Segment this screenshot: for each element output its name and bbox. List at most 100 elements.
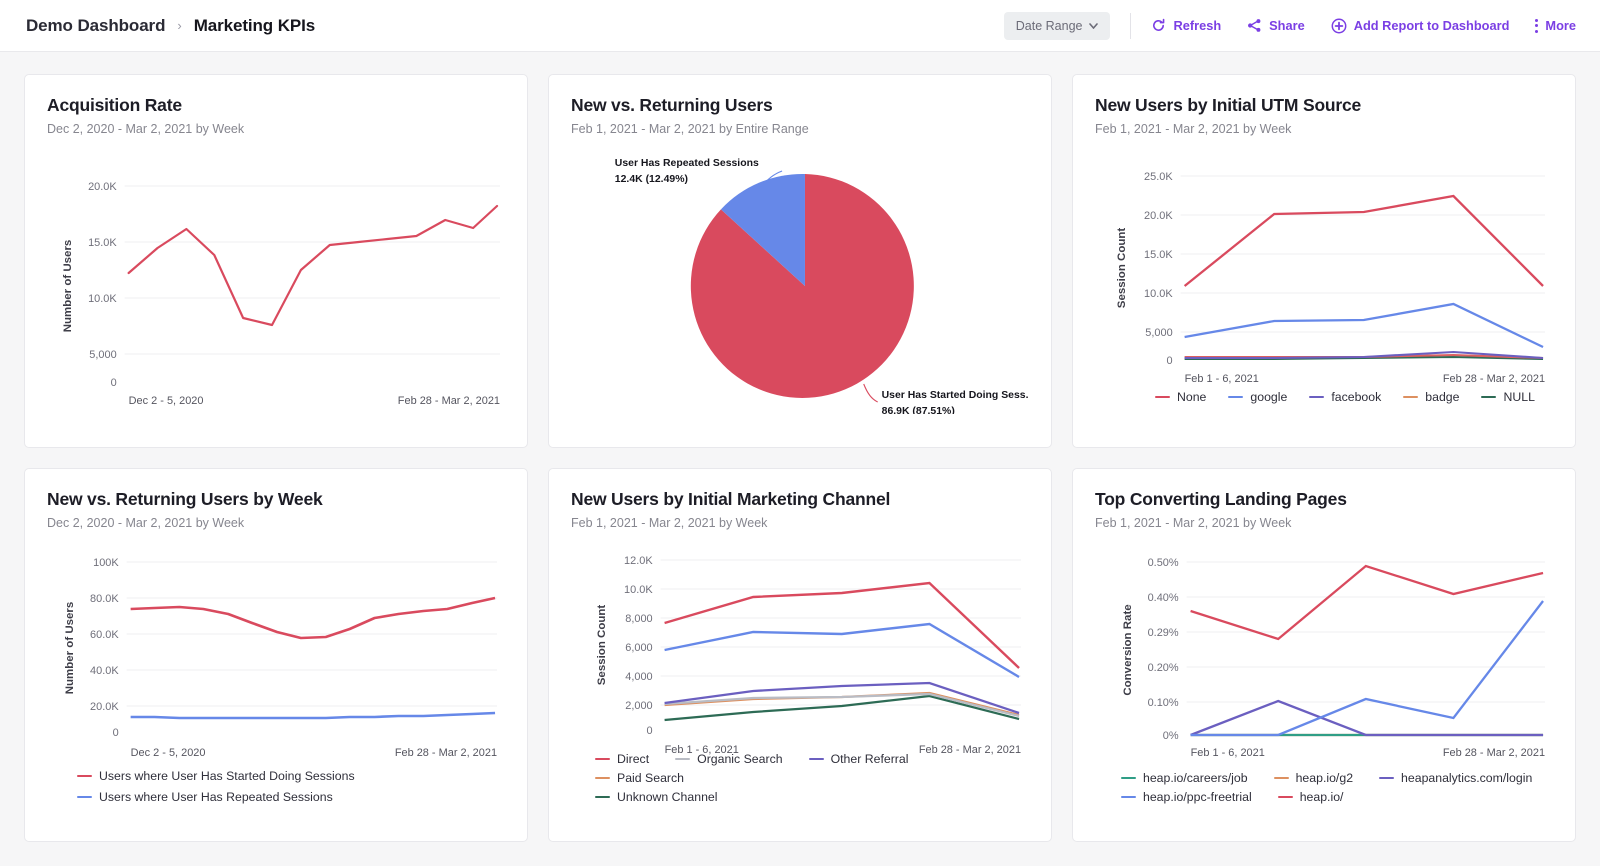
card-title: Acquisition Rate (47, 95, 505, 116)
y-axis-label: Number of Users (62, 240, 74, 333)
y-tick: 20.0K (90, 701, 119, 713)
chart-acquisition-rate[interactable]: 20.0K 15.0K 10.0K 5,000 0 Number of User… (47, 146, 505, 414)
y-tick: 2,000 (625, 700, 652, 712)
legend-swatch (1228, 396, 1243, 399)
card-new-users-by-initial-marketing-channel[interactable]: New Users by Initial Marketing Channel F… (548, 468, 1052, 842)
card-subtitle: Feb 1, 2021 - Mar 2, 2021 by Week (1095, 516, 1553, 530)
y-tick: 0 (1167, 355, 1173, 367)
more-button[interactable]: More (1535, 18, 1576, 33)
chart-legend: None google facebook badge NULL (1155, 390, 1543, 404)
legend-swatch (77, 775, 92, 778)
legend-item-heapanalytics-login[interactable]: heapanalytics.com/login (1379, 771, 1532, 785)
y-tick: 6,000 (625, 642, 652, 654)
breadcrumb: Demo Dashboard › Marketing KPIs (26, 16, 315, 36)
legend-label: badge (1425, 390, 1459, 404)
refresh-button[interactable]: Refresh (1151, 18, 1221, 33)
legend-swatch (1278, 796, 1293, 799)
gridlines (1187, 562, 1545, 702)
chart-new-vs-returning-users[interactable]: User Has Repeated Sessions 12.4K (12.49%… (571, 146, 1029, 414)
legend-item-none[interactable]: None (1155, 390, 1206, 404)
share-button[interactable]: Share (1247, 18, 1305, 33)
legend-item-heapio[interactable]: heap.io/ (1278, 790, 1344, 804)
y-tick: 20.0K (1144, 210, 1173, 222)
legend-swatch (1379, 777, 1394, 780)
card-new-vs-returning-users[interactable]: New vs. Returning Users Feb 1, 2021 - Ma… (548, 74, 1052, 448)
card-subtitle: Dec 2, 2020 - Mar 2, 2021 by Week (47, 122, 505, 136)
top-bar-actions: Date Range Refresh Share (1004, 12, 1576, 40)
y-tick: 8,000 (625, 613, 652, 625)
pie-label-repeated-sessions: User Has Repeated Sessions (615, 158, 759, 169)
series-line-started-doing-sessions (131, 598, 495, 638)
legend-label: heap.io/ (1300, 790, 1344, 804)
y-tick: 0.20% (1148, 662, 1179, 674)
line-chart-svg: 100K 80.0K 60.0K 40.0K 20.0K 0 Number of… (47, 540, 505, 808)
top-bar: Demo Dashboard › Marketing KPIs Date Ran… (0, 0, 1600, 52)
legend-label: google (1250, 390, 1287, 404)
y-tick: 40.0K (90, 665, 119, 677)
y-tick: 80.0K (90, 593, 119, 605)
series-line-none (1185, 196, 1543, 286)
y-tick: 25.0K (1144, 171, 1173, 183)
add-report-to-dashboard-button[interactable]: Add Report to Dashboard (1331, 18, 1510, 34)
y-tick: 0.40% (1148, 592, 1179, 604)
legend-label: Unknown Channel (617, 790, 718, 804)
card-subtitle: Feb 1, 2021 - Mar 2, 2021 by Week (1095, 122, 1553, 136)
series-line-google (1185, 304, 1543, 347)
y-tick: 10.0K (624, 584, 653, 596)
y-axis-label: Conversion Rate (1122, 604, 1134, 695)
toolbar-divider (1130, 13, 1131, 39)
series-line-heapanalytics-login (1191, 701, 1543, 735)
gridlines (1181, 176, 1545, 332)
legend-item-null[interactable]: NULL (1481, 390, 1534, 404)
legend-item-direct[interactable]: Direct (595, 752, 649, 766)
legend-item-organic-search[interactable]: Organic Search (675, 752, 782, 766)
legend-item-paid-search[interactable]: Paid Search (595, 771, 684, 785)
chart-top-converting-landing-pages[interactable]: 0.50% 0.40% 0.29% 0.20% 0.10% 0% Convers… (1095, 540, 1553, 808)
legend-item-google[interactable]: google (1228, 390, 1287, 404)
legend-item-other-referral[interactable]: Other Referral (809, 752, 909, 766)
legend-label: Users where User Has Started Doing Sessi… (99, 769, 355, 783)
legend-item-badge[interactable]: badge (1403, 390, 1459, 404)
card-title: New Users by Initial UTM Source (1095, 95, 1553, 116)
card-acquisition-rate[interactable]: Acquisition Rate Dec 2, 2020 - Mar 2, 20… (24, 74, 528, 448)
legend-item-unknown-channel[interactable]: Unknown Channel (595, 790, 1019, 804)
y-tick: 10.0K (1144, 288, 1173, 300)
chart-new-vs-returning-users-by-week[interactable]: 100K 80.0K 60.0K 40.0K 20.0K 0 Number of… (47, 540, 505, 808)
pie-leader-line-red (864, 384, 878, 402)
legend-item-heapio-careers-job[interactable]: heap.io/careers/job (1121, 771, 1248, 785)
legend-item-heapio-g2[interactable]: heap.io/g2 (1274, 771, 1353, 785)
legend-item-facebook[interactable]: facebook (1309, 390, 1381, 404)
chart-new-users-by-initial-marketing-channel[interactable]: 12.0K 10.0K 8,000 6,000 4,000 2,000 0 Se… (571, 540, 1029, 808)
gridlines (125, 186, 500, 382)
x-tick-first: Dec 2 - 5, 2020 (131, 747, 206, 759)
y-tick: 10.0K (88, 293, 117, 305)
chart-new-users-by-initial-utm-source[interactable]: 25.0K 20.0K 15.0K 10.0K 5,000 0 Session … (1095, 146, 1553, 414)
add-report-label: Add Report to Dashboard (1354, 18, 1510, 33)
y-tick: 15.0K (88, 237, 117, 249)
legend-label: NULL (1503, 390, 1534, 404)
legend-swatch (1121, 796, 1136, 799)
card-top-converting-landing-pages[interactable]: Top Converting Landing Pages Feb 1, 2021… (1072, 468, 1576, 842)
x-tick-last: Feb 28 - Mar 2, 2021 (398, 395, 500, 407)
legend-item-heapio-ppc-freetrial[interactable]: heap.io/ppc-freetrial (1121, 790, 1252, 804)
card-new-vs-returning-users-by-week[interactable]: New vs. Returning Users by Week Dec 2, 2… (24, 468, 528, 842)
legend-item-repeated-sessions[interactable]: Users where User Has Repeated Sessions (77, 790, 495, 804)
more-label: More (1545, 18, 1576, 33)
breadcrumb-root[interactable]: Demo Dashboard (26, 16, 165, 36)
line-chart-svg: 0.50% 0.40% 0.29% 0.20% 0.10% 0% Convers… (1095, 540, 1553, 808)
legend-swatch (1121, 777, 1136, 780)
y-axis-label: Number of Users (64, 602, 76, 695)
y-tick: 4,000 (625, 671, 652, 683)
x-tick-last: Feb 28 - Mar 2, 2021 (1443, 747, 1545, 759)
date-range-dropdown[interactable]: Date Range (1004, 12, 1111, 40)
legend-item-started-doing-sessions[interactable]: Users where User Has Started Doing Sessi… (77, 769, 495, 783)
card-subtitle: Dec 2, 2020 - Mar 2, 2021 by Week (47, 516, 505, 530)
pie-value-started-doing-sessions: 86.9K (87.51%) (882, 406, 955, 414)
legend-swatch (1155, 396, 1170, 399)
legend-swatch (675, 758, 690, 761)
add-circle-icon (1331, 18, 1347, 34)
card-new-users-by-initial-utm-source[interactable]: New Users by Initial UTM Source Feb 1, 2… (1072, 74, 1576, 448)
breadcrumb-separator-icon: › (177, 19, 181, 32)
series-line-direct (665, 583, 1019, 668)
y-tick: 100K (93, 557, 119, 569)
